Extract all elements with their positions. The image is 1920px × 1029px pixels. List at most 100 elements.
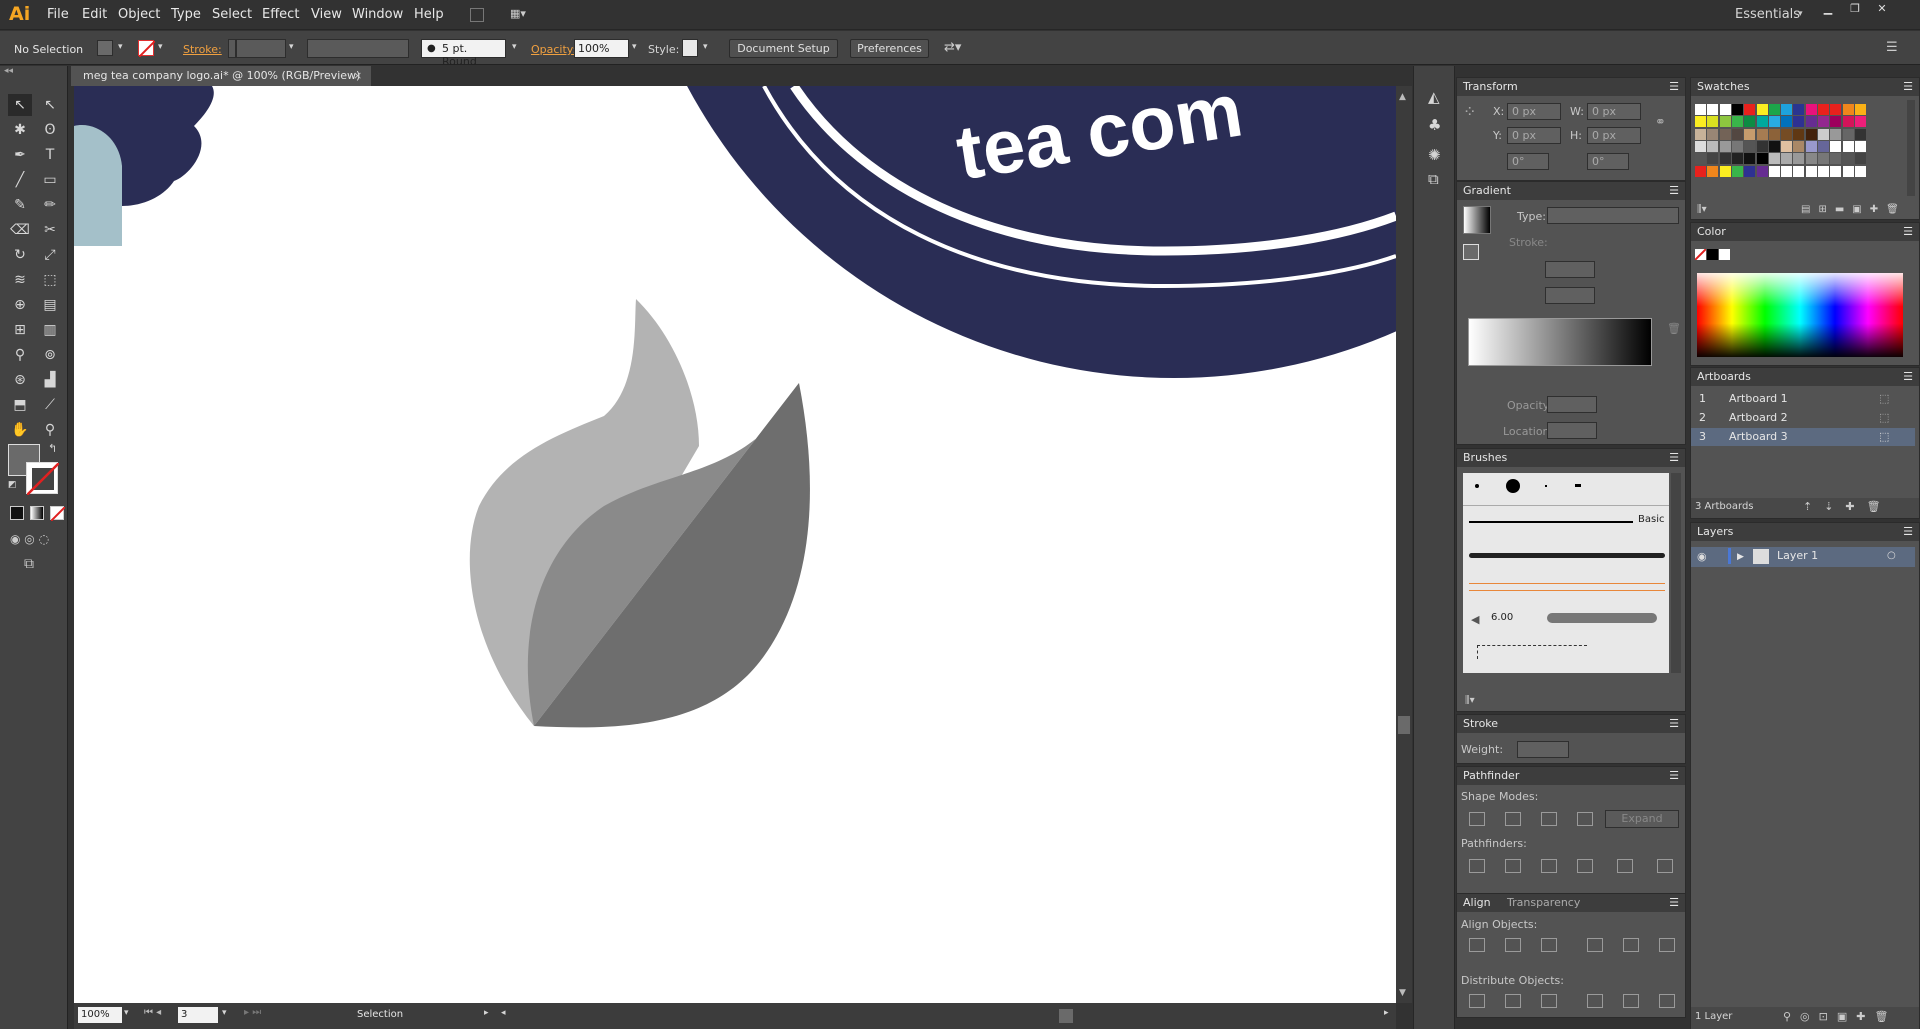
color-swatch[interactable] (1793, 128, 1805, 140)
arrange-documents-icon[interactable]: ▦▾ (510, 7, 536, 22)
eye-icon[interactable]: ◉ (1697, 548, 1707, 566)
panel-menu-icon[interactable]: ☰ (1669, 894, 1679, 912)
artboard-row[interactable]: 2 Artboard 2 ⬚ (1691, 409, 1915, 427)
swatch-libraries-icon[interactable]: ⫼▾ (1697, 204, 1707, 215)
color-swatch[interactable] (1719, 153, 1731, 165)
workspace-switcher[interactable]: Essentials (1735, 7, 1800, 22)
color-swatch[interactable] (1818, 128, 1829, 140)
color-swatch[interactable] (1805, 153, 1817, 165)
color-swatch[interactable] (1830, 165, 1842, 177)
line-tool-icon[interactable]: ╱ (8, 169, 32, 191)
unite-icon[interactable] (1469, 812, 1485, 826)
black-swatch[interactable] (1707, 249, 1718, 260)
color-swatch[interactable] (1695, 140, 1706, 152)
color-swatch[interactable] (1818, 104, 1829, 115)
color-swatch[interactable] (1768, 116, 1780, 128)
panel-menu-icon[interactable]: ☰ (1903, 78, 1913, 96)
collapse-icon[interactable]: ◂◂ (4, 66, 13, 76)
menu-select[interactable]: Select (212, 7, 252, 22)
distribute-right-icon[interactable] (1659, 994, 1675, 1008)
color-swatch[interactable] (1695, 153, 1706, 165)
layer-actions-icons[interactable]: ⚲◎⊡▣✚🗑 (1783, 1010, 1897, 1023)
blend-tool-icon[interactable]: ⊚ (38, 344, 62, 366)
panel-menu-icon[interactable]: ☰ (1669, 767, 1679, 785)
distribute-vcenter-icon[interactable] (1505, 994, 1521, 1008)
stroke-stepper[interactable] (228, 39, 236, 58)
menu-effect[interactable]: Effect (262, 7, 299, 22)
fill-swatch[interactable] (97, 40, 113, 56)
color-swatch[interactable] (1744, 128, 1756, 140)
first-artboard-icon[interactable]: ⏮ ◂ (144, 1007, 161, 1018)
divide-icon[interactable] (1469, 859, 1485, 873)
color-swatch[interactable] (1842, 104, 1854, 115)
align-hcenter-icon[interactable] (1505, 938, 1521, 952)
w-field[interactable]: 0 px (1587, 103, 1641, 120)
color-swatch[interactable] (1781, 140, 1793, 152)
color-swatch[interactable] (1793, 104, 1805, 115)
expand-button[interactable]: Expand (1605, 810, 1679, 828)
align-bottom-icon[interactable] (1659, 938, 1675, 952)
artboard-row[interactable]: 1 Artboard 1 ⬚ (1691, 390, 1915, 408)
swap-colors-icon[interactable]: ↰ (48, 442, 57, 455)
color-swatch[interactable] (1793, 165, 1805, 177)
chevron-down-icon[interactable]: ▾ (158, 42, 163, 52)
color-swatch[interactable] (1695, 128, 1706, 140)
panel-title[interactable]: Align (1463, 896, 1491, 909)
draw-mode-icons[interactable]: ◉ ◎ ◌ (10, 532, 49, 546)
link-proportions-icon[interactable]: ⚭ (1655, 115, 1666, 130)
menu-window[interactable]: Window (352, 7, 403, 22)
column-graph-icon[interactable]: ▟ (38, 369, 62, 391)
paintbrush-icon[interactable]: ✎ (8, 194, 32, 216)
color-swatch[interactable] (1707, 128, 1719, 140)
gradient-tool-icon[interactable]: ▥ (38, 319, 62, 341)
color-swatch[interactable] (1768, 128, 1780, 140)
brush-libraries-icon[interactable]: ⫼▾ (1465, 695, 1475, 706)
trash-icon[interactable]: 🗑 (1667, 322, 1681, 335)
chevron-down-icon[interactable]: ▾ (512, 42, 517, 52)
aspect-field[interactable] (1545, 287, 1595, 304)
color-swatch[interactable] (1719, 104, 1731, 115)
brush-charcoal[interactable] (1469, 553, 1665, 558)
color-swatch[interactable] (1818, 140, 1829, 152)
artboard-options-icon[interactable]: ⬚ (1879, 409, 1889, 427)
color-swatch[interactable] (1731, 128, 1743, 140)
opacity-field[interactable]: 100% (574, 39, 629, 58)
shear-field[interactable]: 0° (1587, 153, 1629, 170)
type-tool-icon[interactable]: T (38, 144, 62, 166)
magic-wand-icon[interactable]: ✱ (8, 119, 32, 141)
brush-scrollbar[interactable] (1671, 473, 1681, 673)
swatch-actions-icons[interactable]: ▤⊞▬▣✚🗑 (1801, 204, 1907, 215)
color-swatch[interactable] (1842, 140, 1854, 152)
color-swatch[interactable] (1744, 153, 1756, 165)
transform-options-icon[interactable]: ⇄▾ (944, 40, 961, 55)
rectangle-tool-icon[interactable]: ▭ (38, 169, 62, 191)
reference-point-icon[interactable]: ⁘ (1463, 102, 1476, 121)
color-swatch[interactable] (1731, 104, 1743, 115)
gradient-thumbnail[interactable] (1463, 206, 1491, 234)
trim-icon[interactable] (1505, 859, 1521, 873)
bridge-icon[interactable] (470, 8, 484, 22)
document-tab[interactable]: meg tea company logo.ai* @ 100% (RGB/Pre… (71, 66, 371, 86)
color-swatch[interactable] (1781, 128, 1793, 140)
lasso-icon[interactable]: ʘ (38, 119, 62, 141)
weight-field[interactable] (1517, 741, 1569, 758)
angle-field[interactable] (1545, 261, 1595, 278)
color-swatch[interactable] (1719, 165, 1731, 177)
outline-icon[interactable] (1617, 859, 1633, 873)
scissors-icon[interactable]: ✂ (38, 219, 62, 241)
brush-dot-small[interactable] (1475, 484, 1479, 488)
color-swatch[interactable] (1731, 153, 1743, 165)
distribute-bottom-icon[interactable] (1541, 994, 1557, 1008)
distribute-left-icon[interactable] (1587, 994, 1603, 1008)
color-swatch[interactable] (1756, 104, 1768, 115)
color-swatch[interactable] (1854, 128, 1866, 140)
opacity-label[interactable]: Opacity: (531, 43, 576, 56)
color-swatch[interactable] (1805, 165, 1817, 177)
graphic-style-swatch[interactable] (682, 39, 698, 57)
stop-opacity-field[interactable] (1547, 396, 1597, 413)
color-spectrum[interactable] (1697, 273, 1903, 357)
align-right-icon[interactable] (1541, 938, 1557, 952)
color-swatch[interactable] (1805, 140, 1817, 152)
color-swatch[interactable] (1842, 116, 1854, 128)
color-swatch[interactable] (1854, 116, 1866, 128)
